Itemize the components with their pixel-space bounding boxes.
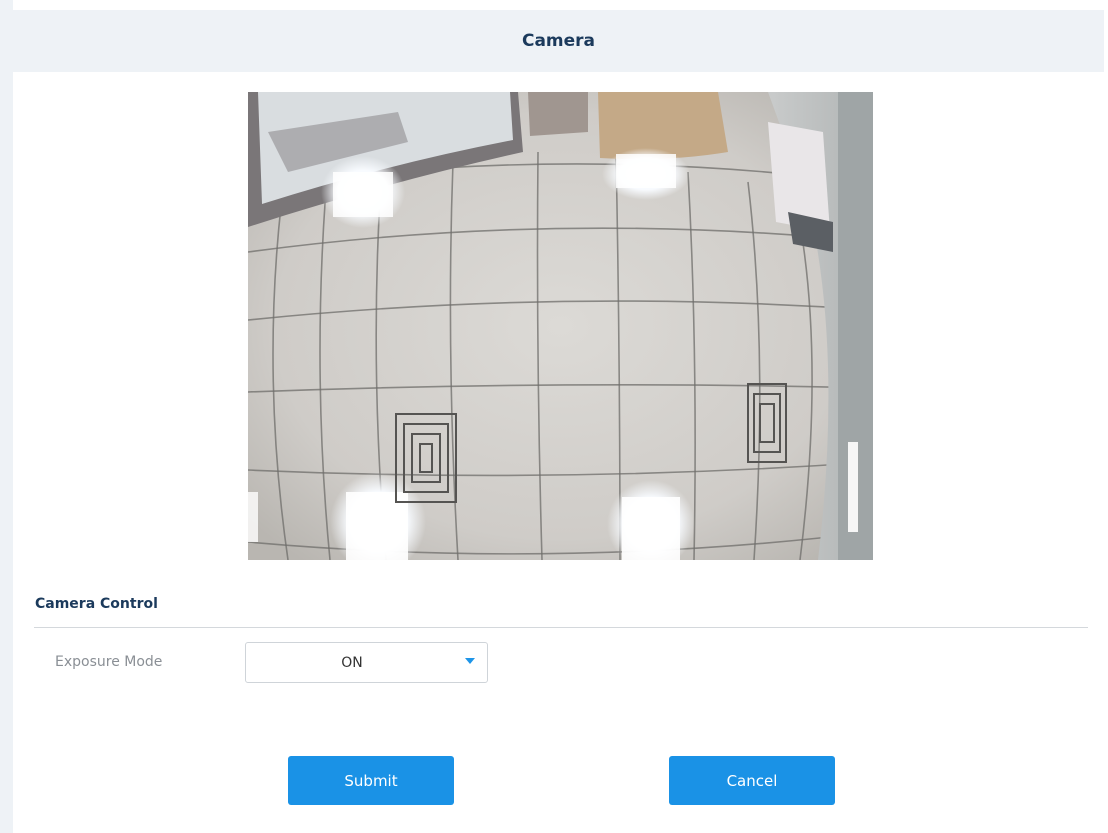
camera-control-section-title: Camera Control (35, 596, 158, 612)
submit-button[interactable]: Submit (288, 756, 454, 805)
page-title: Camera (521, 31, 596, 51)
camera-preview-image (248, 92, 873, 560)
left-rail (0, 0, 13, 833)
camera-preview (248, 92, 873, 560)
camera-panel: Camera Camera Control Exposure Mode ON S… (13, 10, 1104, 833)
exposure-mode-label: Exposure Mode (55, 654, 163, 670)
exposure-mode-value: ON (341, 654, 363, 671)
section-divider (34, 627, 1088, 628)
panel-header: Camera (13, 10, 1104, 72)
caret-down-icon (465, 658, 475, 664)
exposure-mode-select[interactable]: ON (245, 642, 488, 683)
cancel-button[interactable]: Cancel (669, 756, 835, 805)
